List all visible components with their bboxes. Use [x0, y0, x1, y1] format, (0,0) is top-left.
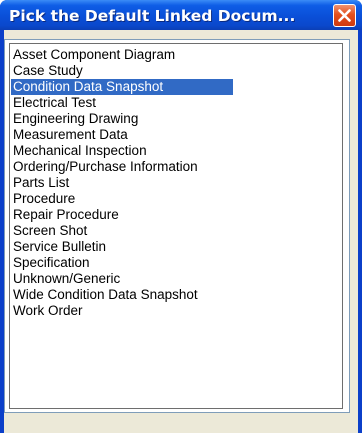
close-button[interactable] [333, 4, 356, 27]
list-item[interactable]: Measurement Data [11, 127, 233, 143]
list-item[interactable]: Ordering/Purchase Information [11, 159, 233, 175]
list-item[interactable]: Parts List [11, 175, 233, 191]
list-item[interactable]: Case Study [11, 63, 233, 79]
list-item[interactable]: Wide Condition Data Snapshot [11, 287, 233, 303]
list-item[interactable]: Repair Procedure [11, 207, 233, 223]
list-item[interactable]: Unknown/Generic [11, 271, 233, 287]
list-item[interactable]: Asset Component Diagram [11, 47, 233, 63]
document-type-list[interactable]: Asset Component Diagram Case Study Conditi… [9, 43, 343, 409]
list-item[interactable]: Specification [11, 255, 233, 271]
close-x-icon [338, 9, 351, 22]
dialog-client-area: Asset Component Diagram Case Study Conditi… [4, 30, 358, 433]
list-item[interactable]: Engineering Drawing [11, 111, 233, 127]
document-type-listbox[interactable]: Asset Component Diagram Case Study Conditi… [4, 39, 350, 413]
list-item-selected[interactable]: Condition Data Snapshot [11, 79, 233, 95]
list-item[interactable]: Screen Shot [11, 223, 233, 239]
list-item[interactable]: Mechanical Inspection [11, 143, 233, 159]
list-item[interactable]: Work Order [11, 303, 233, 319]
list-item[interactable]: Service Bulletin [11, 239, 233, 255]
dialog-title: Pick the Default Linked Docum... [9, 7, 296, 25]
list-item[interactable]: Procedure [11, 191, 233, 207]
title-bar[interactable]: Pick the Default Linked Docum... [0, 0, 362, 30]
dialog-window: Pick the Default Linked Docum... Asset C… [0, 0, 362, 433]
list-item[interactable]: Electrical Test [11, 95, 233, 111]
